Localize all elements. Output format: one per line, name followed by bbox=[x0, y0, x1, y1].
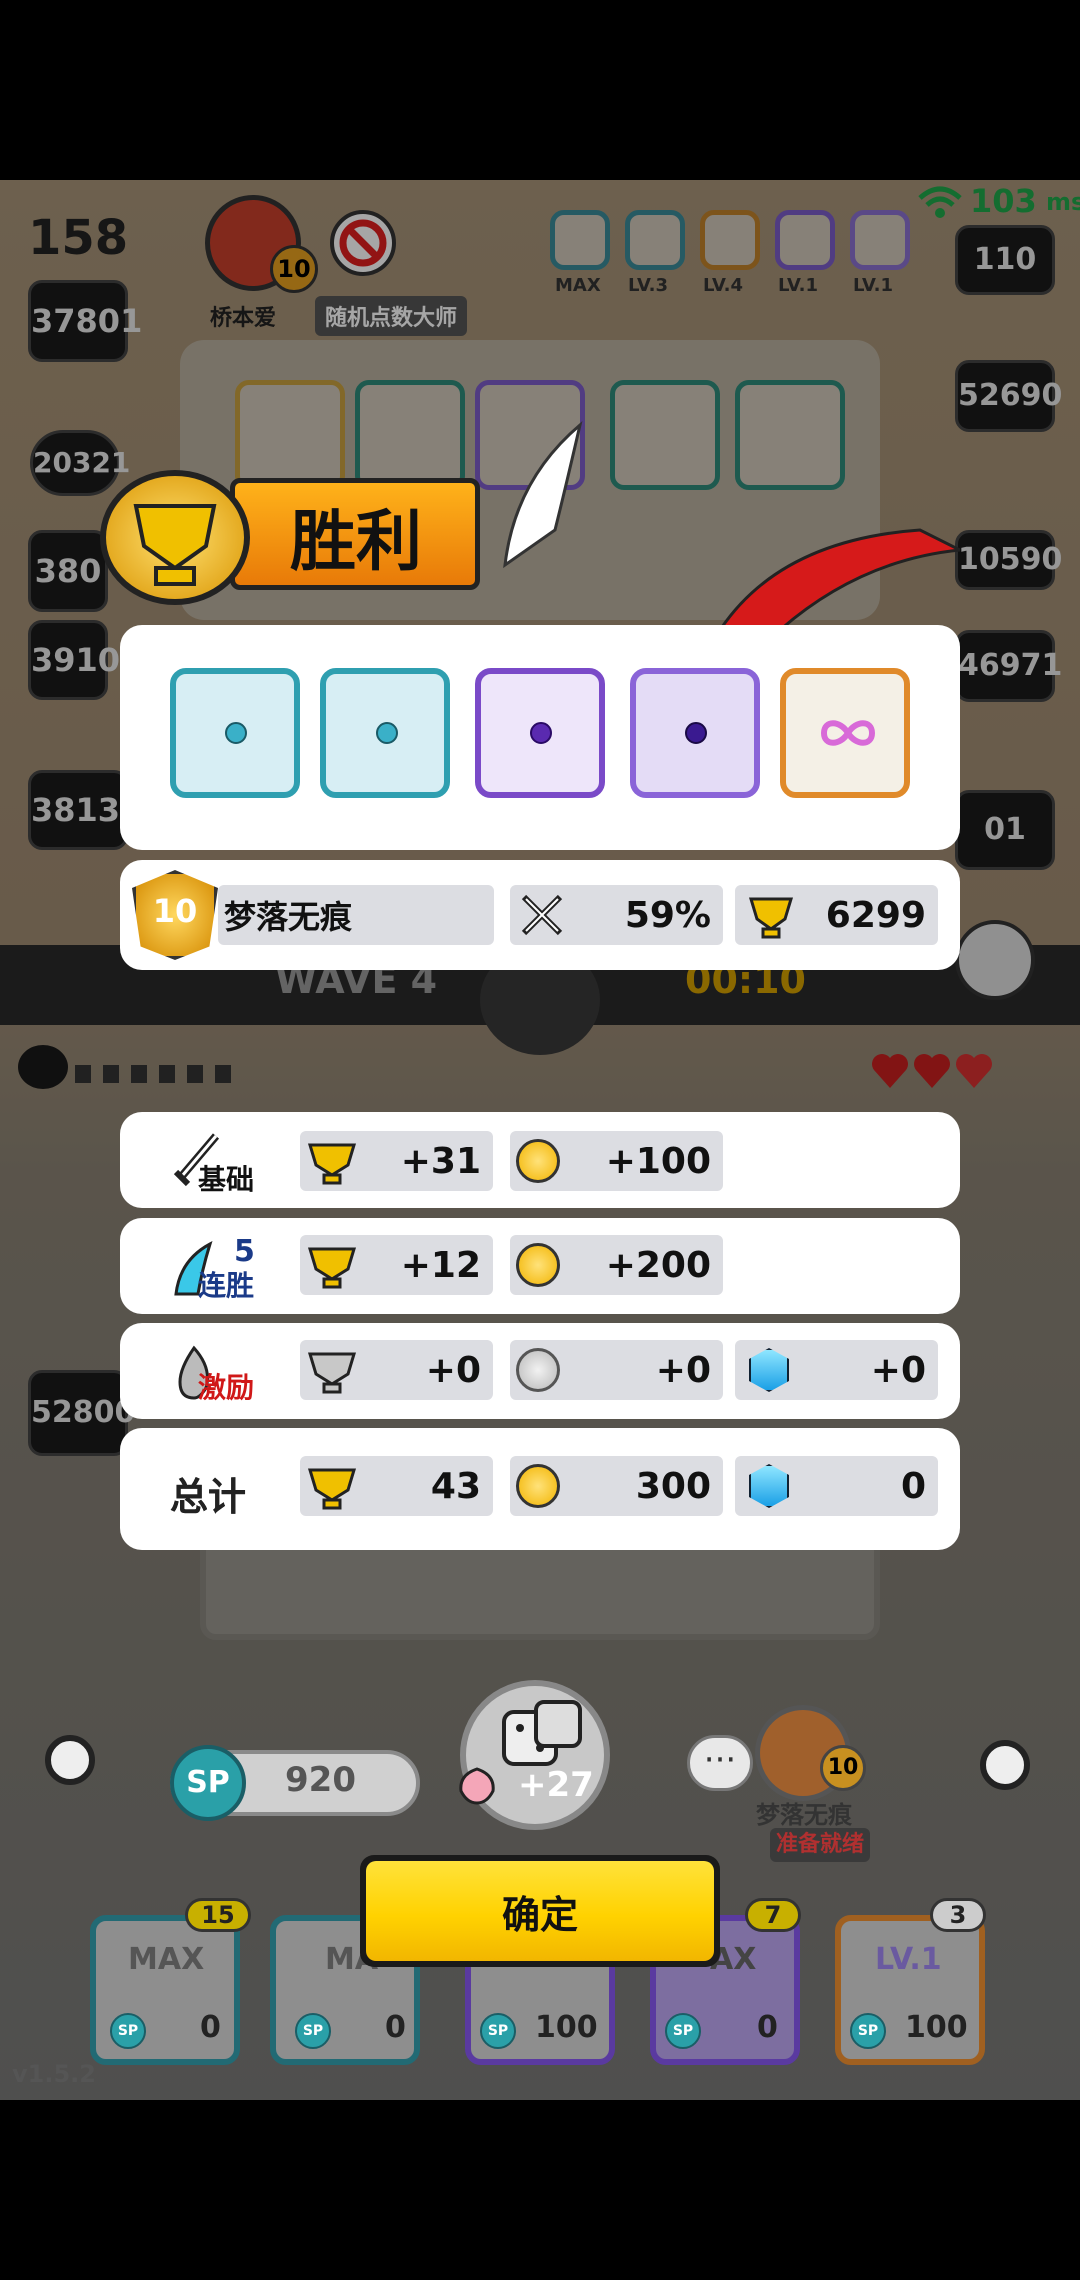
incentive-coin-pill: +0 bbox=[510, 1340, 723, 1400]
coin-icon bbox=[516, 1243, 560, 1287]
deck-card-1-sp: 0 bbox=[200, 2010, 221, 2045]
reward-label-streak: 连胜 bbox=[198, 1269, 255, 1302]
dice-bonus-value: +27 bbox=[518, 1765, 594, 1805]
roll-dice-button[interactable] bbox=[460, 1680, 610, 1830]
deck-card-1-lv: MAX bbox=[128, 1942, 205, 1977]
right-portal-icon bbox=[980, 1740, 1030, 1790]
gem-icon bbox=[749, 1464, 789, 1508]
confirm-button[interactable]: 确定 bbox=[360, 1855, 720, 1967]
incentive-trophy-value: +0 bbox=[425, 1349, 481, 1391]
trophy-icon bbox=[304, 1462, 360, 1510]
deck-card-5-lv: LV.1 bbox=[875, 1942, 942, 1977]
deck-card-2-sp-icon: SP bbox=[295, 2013, 331, 2049]
incentive-trophy-pill: +0 bbox=[300, 1340, 493, 1400]
player-name-text: 梦落无痕 bbox=[224, 898, 353, 936]
die-pip-icon bbox=[376, 722, 398, 744]
streak-trophy-value: +12 bbox=[400, 1244, 481, 1286]
opponent-status-tag: 准备就绪 bbox=[770, 1828, 870, 1862]
sp-value: 920 bbox=[285, 1760, 356, 1800]
trophy-count-value: 6299 bbox=[825, 894, 926, 936]
sp-icon: SP bbox=[170, 1745, 246, 1821]
red-ribbon bbox=[717, 520, 966, 632]
opponent-rank-badge: 10 bbox=[820, 1745, 866, 1791]
victory-title: 胜利 bbox=[290, 503, 422, 580]
deck-card-5-sp: 100 bbox=[905, 2010, 968, 2045]
base-trophy-pill: +31 bbox=[300, 1131, 493, 1191]
victory-banner: 胜利 bbox=[100, 470, 490, 610]
reward-label-incentive: 激励 bbox=[198, 1371, 255, 1404]
total-coin-value: 300 bbox=[635, 1465, 711, 1507]
gem-icon bbox=[749, 1348, 789, 1392]
total-gem-pill: 0 bbox=[735, 1456, 938, 1516]
incentive-coin-value: +0 bbox=[655, 1349, 711, 1391]
base-coin-pill: +100 bbox=[510, 1131, 723, 1191]
win-rate-value: 59% bbox=[624, 894, 711, 936]
streak-trophy-pill: +12 bbox=[300, 1235, 493, 1295]
player-name-pill: 梦落无痕 bbox=[218, 885, 494, 945]
die-pip-icon bbox=[530, 722, 552, 744]
deck-card-5-badge: 3 bbox=[930, 1898, 986, 1932]
confirm-label: 确定 bbox=[366, 1861, 714, 1961]
deck-card-2-sp: 0 bbox=[385, 2010, 406, 2045]
wing-icon bbox=[495, 420, 585, 570]
die-pip-icon bbox=[225, 722, 247, 744]
silver-coin-icon bbox=[516, 1348, 560, 1392]
total-gem-value: 0 bbox=[900, 1465, 926, 1507]
win-rate-pill: 59% bbox=[510, 885, 723, 945]
deck-card-4-badge: 7 bbox=[745, 1898, 801, 1932]
deck-card-3-sp: 100 bbox=[535, 2010, 598, 2045]
reward-label-base: 基础 bbox=[198, 1163, 255, 1196]
coin-icon bbox=[516, 1464, 560, 1508]
total-trophy-pill: 43 bbox=[300, 1456, 493, 1516]
player-rank-value: 10 bbox=[152, 892, 198, 930]
left-portal-icon bbox=[45, 1735, 95, 1785]
deck-card-5-sp-icon: SP bbox=[850, 2013, 886, 2049]
peach-icon bbox=[455, 1765, 499, 1805]
coin-icon bbox=[516, 1139, 560, 1183]
chat-button[interactable]: ··· bbox=[687, 1735, 753, 1791]
silver-trophy-icon bbox=[304, 1346, 360, 1394]
version-label: v1.5.2 bbox=[12, 2060, 96, 2088]
infinity-icon bbox=[820, 718, 876, 748]
incentive-gem-pill: +0 bbox=[735, 1340, 938, 1400]
deck-card-4-sp: 0 bbox=[757, 2010, 778, 2045]
game-screen: 158 37801 20321 380 3910 38131 10 桥本爱 随机… bbox=[0, 0, 1080, 2280]
base-coin-value: +100 bbox=[605, 1140, 711, 1182]
trophy-icon bbox=[304, 1137, 360, 1185]
trophy-count-pill: 6299 bbox=[735, 885, 938, 945]
trophy-emblem-icon bbox=[100, 470, 250, 605]
die-pip-icon bbox=[685, 722, 707, 744]
opponent-name: 梦落无痕 bbox=[756, 1801, 852, 1829]
streak-coin-value: +200 bbox=[605, 1244, 711, 1286]
deck-card-1-badge: 15 bbox=[185, 1898, 251, 1932]
total-trophy-value: 43 bbox=[430, 1465, 481, 1507]
trophy-icon bbox=[745, 891, 797, 939]
total-coin-pill: 300 bbox=[510, 1456, 723, 1516]
total-label: 总计 bbox=[170, 1475, 247, 1519]
crossed-swords-icon bbox=[518, 891, 566, 939]
streak-coin-pill: +200 bbox=[510, 1235, 723, 1295]
deck-card-1-sp-icon: SP bbox=[110, 2013, 146, 2049]
trophy-icon bbox=[304, 1241, 360, 1289]
deck-card-3-sp-icon: SP bbox=[480, 2013, 516, 2049]
deck-card-4-sp-icon: SP bbox=[665, 2013, 701, 2049]
base-trophy-value: +31 bbox=[400, 1140, 481, 1182]
incentive-gem-value: +0 bbox=[870, 1349, 926, 1391]
